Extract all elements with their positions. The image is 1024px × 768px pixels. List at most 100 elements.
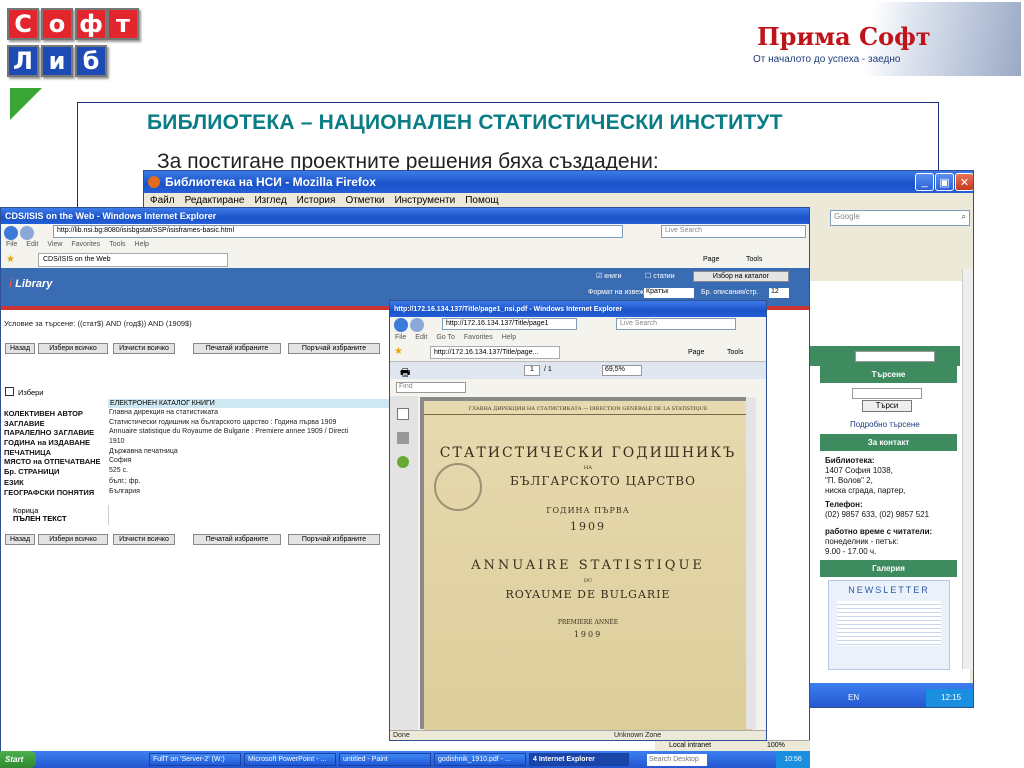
taskbar-item[interactable]: Microsoft PowerPoint - ... — [244, 753, 336, 766]
attachments-icon[interactable] — [397, 432, 409, 444]
doc-title-fr: ANNUAIRE STATISTIQUE — [471, 558, 705, 573]
ie1-tools-menu[interactable]: Tools — [746, 256, 762, 263]
page-number-input[interactable]: 1 — [524, 365, 540, 376]
check-articles[interactable]: ☐ статии — [645, 272, 675, 280]
google-search-input[interactable]: Google ⌕ — [830, 210, 970, 226]
ie2-menu-goto[interactable]: Go To — [436, 334, 455, 341]
print-selected-button-bottom[interactable]: Печатай избраните — [193, 534, 281, 545]
ie1-menu-edit[interactable]: Edit — [26, 241, 38, 248]
menu-history[interactable]: История — [297, 195, 336, 206]
ie1-titlebar: CDS/ISIS on the Web - Windows Internet E… — [1, 208, 809, 224]
ie2-forward-icon[interactable] — [410, 318, 424, 332]
hours-days: понеделник - петък: — [825, 537, 899, 546]
ie1-page-menu[interactable]: Page — [703, 256, 719, 263]
catalog-select-button[interactable]: Избор на каталог — [693, 271, 789, 282]
help-icon[interactable] — [397, 456, 409, 468]
side-search-button[interactable]: Търси — [862, 400, 912, 412]
doc-header: ГЛАВНА ДИРЕКЦИЯ НА СТАТИСТИКАТА — DIRECT… — [424, 406, 752, 415]
order-selected-button-bottom[interactable]: Поръчай избраните — [288, 534, 380, 545]
zoom-select[interactable]: 69,5% — [602, 365, 642, 376]
contact-addr3: ниска сграда, партер, — [825, 486, 906, 495]
ie2-search-input[interactable]: Live Search — [616, 318, 736, 330]
ie2-tools-menu[interactable]: Tools — [727, 349, 743, 356]
minimize-button[interactable]: _ — [915, 173, 934, 191]
close-button[interactable]: ✕ — [955, 173, 973, 191]
contact-library-label: Библиотека: — [825, 456, 875, 465]
menu-bookmarks[interactable]: Отметки — [345, 195, 384, 206]
pdf-sidebar — [390, 396, 418, 731]
clear-all-button-bottom[interactable]: Изчисти всичко — [113, 534, 175, 545]
menu-help[interactable]: Помощ — [465, 195, 498, 206]
back-icon[interactable] — [4, 226, 18, 240]
maximize-button[interactable]: ▣ — [935, 173, 954, 191]
ie1-tab[interactable]: CDS/ISIS on the Web — [38, 253, 228, 267]
forward-icon[interactable] — [20, 226, 34, 240]
row-label: ПЕЧАТНИЦА — [4, 448, 51, 457]
format-select[interactable]: Кратък — [644, 288, 694, 298]
select-label: Избери — [18, 388, 44, 397]
site-nav-input[interactable] — [855, 351, 935, 362]
side-search-input[interactable] — [852, 388, 922, 399]
select-all-button[interactable]: Избери всичко — [38, 343, 108, 354]
pages-icon[interactable] — [397, 408, 409, 420]
back-button[interactable]: Назад — [5, 343, 35, 354]
menu-view[interactable]: Изглед — [254, 195, 286, 206]
ie1-menu-view[interactable]: View — [47, 241, 62, 248]
ie1-menu-favorites[interactable]: Favorites — [71, 241, 100, 248]
ie2-menu-help[interactable]: Help — [502, 334, 516, 341]
stamp-seal — [434, 463, 482, 511]
library-brand: i Library — [9, 278, 53, 290]
menu-tools[interactable]: Инструменти — [394, 195, 455, 206]
print-selected-button[interactable]: Печатай избраните — [193, 343, 281, 354]
desktop-search-input[interactable]: Search Desktop — [647, 753, 707, 766]
taskbar-item-active[interactable]: 4 Internet Explorer — [529, 753, 629, 766]
ie1-address-bar[interactable]: http://lib.nsi.bg:8080/isisbgstat/SSP/is… — [53, 225, 623, 238]
prima-soft-name: Прима Софт — [757, 22, 931, 51]
start-button[interactable]: Start — [0, 751, 36, 768]
firefox-scrollbar[interactable] — [962, 269, 973, 669]
fulltext-link[interactable]: ПЪЛЕН ТЕКСТ — [13, 514, 67, 523]
taskbar-item[interactable]: untitled - Paint — [339, 753, 431, 766]
taskbar-item[interactable]: FullT on 'Server-2' (W:) — [149, 753, 241, 766]
ie1-menu-file[interactable]: File — [6, 241, 17, 248]
ie2-favorites-star-icon[interactable]: ★ — [394, 346, 403, 357]
menu-file[interactable]: Файл — [150, 195, 175, 206]
ie1-menu-help[interactable]: Help — [135, 241, 149, 248]
select-all-button-bottom[interactable]: Избери всичко — [38, 534, 108, 545]
back-button-bottom[interactable]: Назад — [5, 534, 35, 545]
ie2-menu-favorites[interactable]: Favorites — [464, 334, 493, 341]
row-value: Главна дирекция на статистиката — [109, 409, 219, 416]
advanced-search-link[interactable]: Подробно търсене — [850, 420, 920, 430]
doc-year-label: ГОДИНА ПЪРВА — [546, 506, 630, 515]
ie2-menu-edit[interactable]: Edit — [415, 334, 427, 341]
prima-soft-logo: Прима Софт От началото до успеха - заедн… — [743, 2, 1021, 76]
firefox-titlebar: Библиотека на НСИ - Mozilla Firefox — [144, 171, 973, 193]
row-label: МЯСТО на ОТПЕЧАТВАНЕ — [4, 457, 101, 466]
check-books[interactable]: ☑ книги — [596, 272, 622, 280]
ie2-back-icon[interactable] — [394, 318, 408, 332]
pdf-scrollbar[interactable] — [746, 397, 756, 729]
firefox-title: Библиотека на НСИ - Mozilla Firefox — [165, 175, 376, 189]
ie2-tab[interactable]: http://172.16.134.137/Title/page... — [430, 346, 560, 359]
menu-edit[interactable]: Редактиране — [185, 195, 245, 206]
search-query: Условие за търсене: ((стат$) AND (год$))… — [4, 319, 192, 328]
pdf-find-input[interactable]: Find — [396, 382, 466, 393]
select-checkbox[interactable] — [5, 387, 14, 396]
favorites-star-icon[interactable]: ★ — [6, 254, 15, 265]
zoom-label[interactable]: 100% — [767, 742, 785, 749]
ie2-menu-file[interactable]: File — [395, 334, 406, 341]
order-selected-button[interactable]: Поръчай избраните — [288, 343, 380, 354]
print-icon[interactable]: 🖶 — [400, 364, 410, 383]
clear-all-button[interactable]: Изчисти всичко — [113, 343, 175, 354]
ie2-page-menu[interactable]: Page — [688, 349, 704, 356]
ie2-address-bar[interactable]: http://172.16.134.137/Title/page1 — [442, 318, 577, 330]
doc-du: DU — [583, 578, 593, 584]
ie1-menu-tools[interactable]: Tools — [109, 241, 125, 248]
tray-language[interactable]: EN — [848, 693, 859, 702]
doc-fr-year-label: PREMIERE ANNÉE — [557, 619, 619, 626]
taskbar-item[interactable]: godishnik_1910.pdf - ... — [434, 753, 526, 766]
newsletter-thumbnail[interactable]: NEWSLETTER — [828, 580, 950, 670]
ie1-search-input[interactable]: Live Search — [661, 225, 806, 238]
per-page-input[interactable]: 12 — [769, 288, 789, 298]
row-label: ПАРАЛЕЛНО ЗАГЛАВИЕ — [4, 428, 95, 437]
